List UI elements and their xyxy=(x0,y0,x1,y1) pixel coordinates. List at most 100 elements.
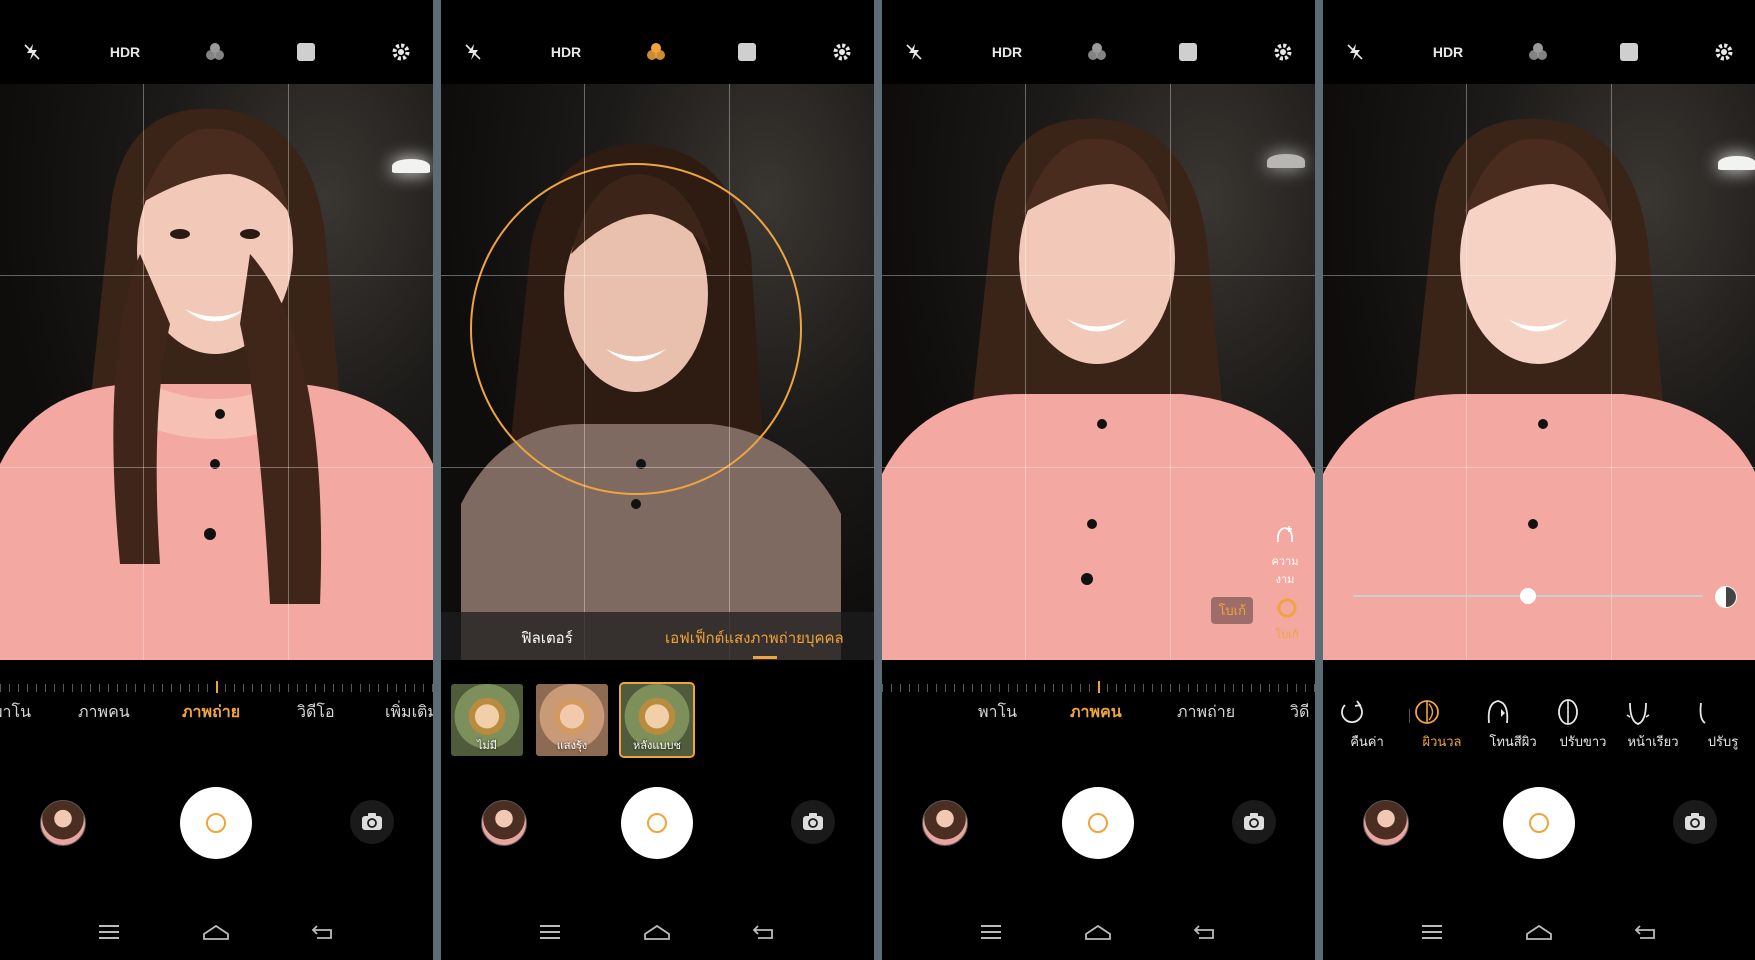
settings-gear-icon[interactable] xyxy=(1712,40,1736,64)
nav-menu-icon[interactable] xyxy=(536,922,564,942)
settings-gear-icon[interactable] xyxy=(1271,40,1295,64)
slim-face-icon xyxy=(1626,702,1650,725)
tool-label: ปรับรู xyxy=(1707,735,1739,750)
filter-icon[interactable] xyxy=(644,40,668,64)
hdr-button[interactable]: HDR xyxy=(549,40,583,64)
switch-camera-icon[interactable] xyxy=(791,800,835,844)
flash-off-icon[interactable] xyxy=(902,40,926,64)
tab-filters[interactable]: ฟิลเตอร์ xyxy=(521,626,573,650)
mode-video[interactable]: วิดีโอ xyxy=(297,700,335,725)
nav-menu-icon[interactable] xyxy=(95,922,123,942)
settings-gear-icon[interactable] xyxy=(830,40,854,64)
hdr-button[interactable]: HDR xyxy=(108,40,142,64)
gallery-thumbnail[interactable] xyxy=(1363,800,1409,846)
mode-portrait[interactable]: ภาพคน xyxy=(1070,700,1122,725)
gallery-thumbnail[interactable] xyxy=(922,800,968,846)
tool-reshape[interactable]: ปรับรู xyxy=(1691,695,1755,752)
camera-viewfinder[interactable] xyxy=(1323,84,1755,660)
nav-menu-icon[interactable] xyxy=(1418,922,1446,942)
beauty-button[interactable]: ความงาม xyxy=(1265,524,1305,588)
top-toolbar: HDR xyxy=(441,0,874,84)
tool-label: คืนค่า xyxy=(1350,735,1384,750)
grid-line xyxy=(441,275,874,276)
grid-line xyxy=(584,84,585,660)
filter-icon[interactable] xyxy=(203,40,227,64)
filter-icon[interactable] xyxy=(1085,40,1109,64)
tool-reset[interactable]: คืนค่า xyxy=(1335,695,1399,752)
nav-menu-icon[interactable] xyxy=(977,922,1005,942)
filter-label: ไม่มี xyxy=(476,739,498,752)
tool-skin-tone[interactable]: โทนสีผิว xyxy=(1481,695,1545,752)
tool-slim-face[interactable]: หน้าเรียว xyxy=(1621,695,1685,752)
intensity-slider[interactable] xyxy=(1353,588,1703,604)
mode-selector[interactable]: พาโน ภาพคน ภาพถ่าย วิดีโอ เพิ่มเติม xyxy=(0,700,433,736)
camera-viewfinder[interactable]: ความงาม โบเก้ โบเก้ xyxy=(882,84,1315,660)
grid-line xyxy=(0,275,433,276)
grid-line xyxy=(1323,275,1755,276)
nav-back-icon[interactable] xyxy=(750,922,778,942)
mode-pano[interactable]: พาโน xyxy=(978,700,1017,725)
settings-gear-icon[interactable] xyxy=(389,40,413,64)
nav-home-icon[interactable] xyxy=(643,922,671,942)
filter-label: หลังแบบช xyxy=(633,739,681,752)
tool-label: ปรับขาว xyxy=(1559,735,1607,750)
effect-tabs: ฟิลเตอร์ เอฟเฟ็กต์แสงภาพถ่ายบุคคล xyxy=(441,612,874,660)
aspect-ratio-button[interactable] xyxy=(1176,40,1200,64)
mode-more[interactable]: เพิ่มเติม xyxy=(385,700,433,725)
grid-line xyxy=(1323,467,1755,468)
flash-off-icon[interactable] xyxy=(461,40,485,64)
camera-viewfinder[interactable] xyxy=(441,84,874,660)
nav-home-icon[interactable] xyxy=(202,922,230,942)
tool-label: หน้าเรียว xyxy=(1627,735,1679,750)
reshape-icon xyxy=(1699,702,1706,724)
grid-line xyxy=(1611,84,1612,660)
mode-pano[interactable]: พาโน xyxy=(0,700,31,725)
grid-line xyxy=(288,84,289,660)
filter-icon[interactable] xyxy=(1526,40,1550,64)
hdr-button[interactable]: HDR xyxy=(1431,40,1465,64)
nav-home-icon[interactable] xyxy=(1525,922,1553,942)
camera-viewfinder[interactable] xyxy=(0,84,433,660)
nav-back-icon[interactable] xyxy=(1191,922,1219,942)
slider-knob[interactable] xyxy=(1520,588,1536,604)
aspect-ratio-button[interactable] xyxy=(735,40,759,64)
filter-option-selected[interactable]: หลังแบบช xyxy=(619,682,695,758)
shutter-ring-icon xyxy=(1088,813,1108,833)
switch-camera-icon[interactable] xyxy=(350,800,394,844)
switch-camera-icon[interactable] xyxy=(1673,800,1717,844)
gallery-thumbnail[interactable] xyxy=(481,800,527,846)
filter-option[interactable]: ไม่มี xyxy=(451,684,523,756)
bokeh-icon xyxy=(1277,598,1297,618)
portrait-subject xyxy=(1323,118,1755,660)
camera-screen-photo: HDR พาโน ภาพคน xyxy=(0,0,433,960)
compare-toggle-icon[interactable] xyxy=(1715,586,1737,608)
aspect-ratio-button[interactable] xyxy=(1617,40,1641,64)
filter-strip: ไม่มี แสงรุ้ง หลังแบบช xyxy=(441,682,874,760)
filter-option[interactable]: แสงรุ้ง xyxy=(536,684,608,756)
top-toolbar: HDR xyxy=(882,0,1315,84)
hdr-button[interactable]: HDR xyxy=(990,40,1024,64)
tool-smooth-skin[interactable]: ผิวนวล xyxy=(1410,695,1474,752)
nav-back-icon[interactable] xyxy=(309,922,337,942)
mode-video[interactable]: วิดี xyxy=(1290,700,1309,725)
tab-portrait-light[interactable]: เอฟเฟ็กต์แสงภาพถ่ายบุคคล xyxy=(665,626,844,650)
flash-off-icon[interactable] xyxy=(20,40,44,64)
mode-selector[interactable]: พาโน ภาพคน ภาพถ่าย วิดี xyxy=(882,700,1315,736)
camera-screen-portrait-light: HDR ฟิลเตอร์ เอฟเฟ็กต์แสงภาพถ่ายบุคคล ไม… xyxy=(441,0,874,960)
bokeh-chip[interactable]: โบเก้ xyxy=(1211,597,1253,624)
nav-back-icon[interactable] xyxy=(1632,922,1660,942)
switch-camera-icon[interactable] xyxy=(1232,800,1276,844)
mode-indicator xyxy=(216,681,218,693)
mode-photo[interactable]: ภาพถ่าย xyxy=(1177,700,1235,725)
beauty-face-icon xyxy=(1276,526,1294,543)
shutter-ring-icon xyxy=(647,813,667,833)
tool-whiten[interactable]: ปรับขาว xyxy=(1551,695,1615,752)
aspect-ratio-button[interactable] xyxy=(294,40,318,64)
nav-home-icon[interactable] xyxy=(1084,922,1112,942)
portrait-subject xyxy=(0,108,433,660)
gallery-thumbnail[interactable] xyxy=(40,800,86,846)
mode-photo[interactable]: ภาพถ่าย xyxy=(182,700,240,725)
flash-off-icon[interactable] xyxy=(1343,40,1367,64)
mode-portrait[interactable]: ภาพคน xyxy=(78,700,130,725)
bokeh-button[interactable]: โบเก้ xyxy=(1267,597,1307,643)
